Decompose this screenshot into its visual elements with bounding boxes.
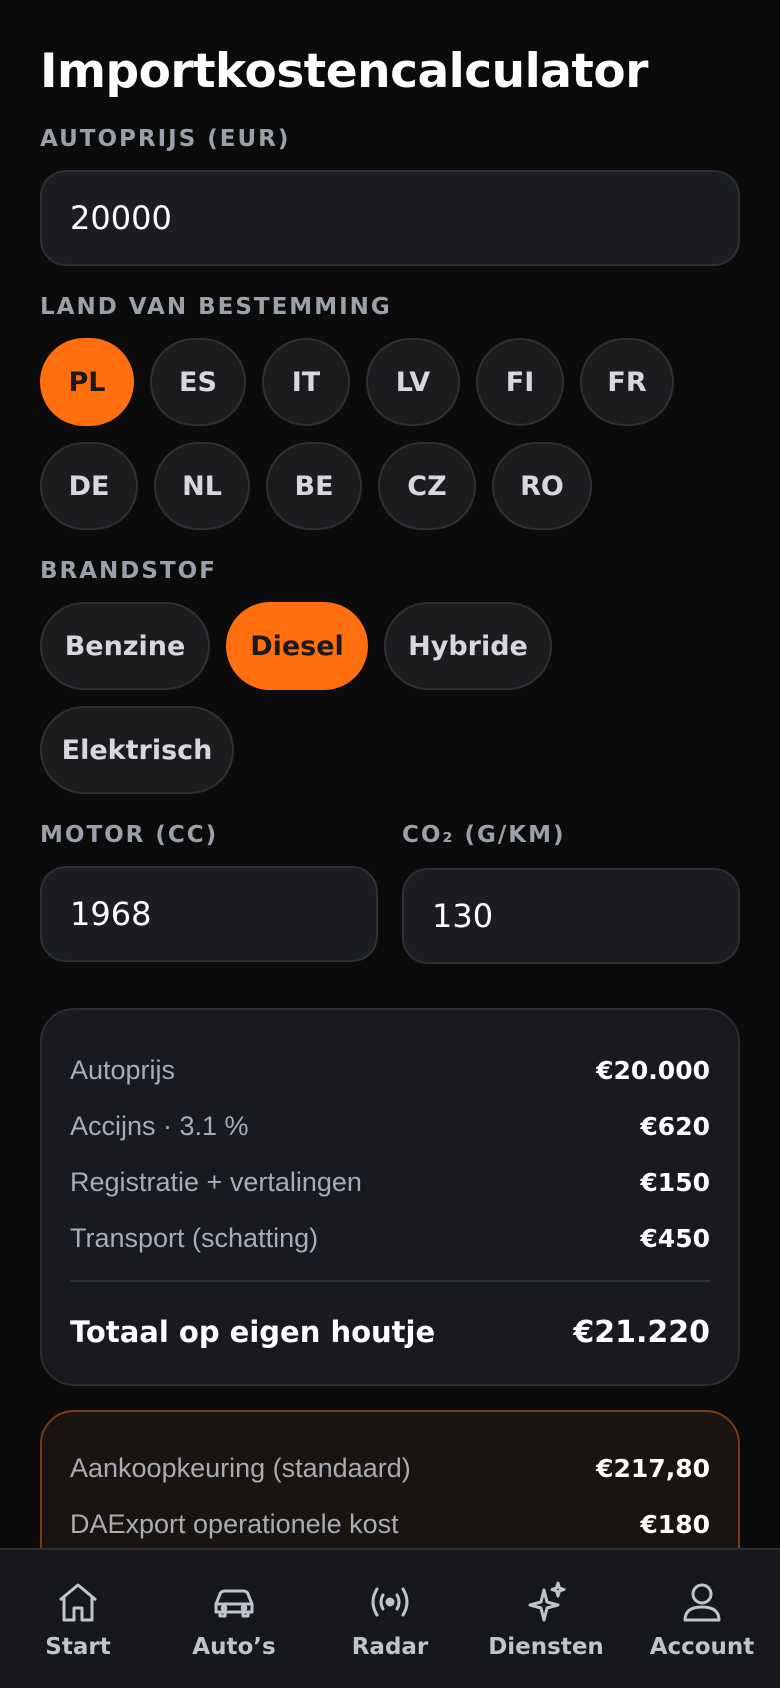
nav-item-label: Auto’s (192, 1634, 276, 1660)
nav-item-label: Account (649, 1634, 755, 1660)
radar-icon (371, 1587, 409, 1617)
co2-input[interactable]: 130 (402, 868, 740, 964)
fuel-chip-label: Benzine (64, 630, 186, 662)
summary-divider (70, 1280, 710, 1282)
fuel-chip-label: Elektrisch (61, 734, 213, 766)
service-row-label: Aankoopkeuring (standaard) (70, 1452, 411, 1483)
nav-item-start[interactable]: Start (0, 1550, 156, 1688)
service-row-label: DAExport operationele kost (70, 1508, 399, 1539)
cost-summary-card: Autoprijs €20.000 Accijns · 3.1 % €620 R… (40, 1008, 740, 1386)
nav-item-label: Start (45, 1634, 111, 1660)
fuel-chip-elektrisch[interactable]: Elektrisch (40, 706, 234, 794)
country-chip-be[interactable]: BE (266, 442, 362, 530)
fuel-label: BRANDSTOF (40, 558, 217, 584)
summary-row-value: €20.000 (596, 1055, 710, 1085)
co2-input-value: 130 (432, 897, 494, 935)
summary-row-label: Transport (schatting) (70, 1222, 319, 1253)
summary-total-row: Totaal op eigen houtje €21.220 (70, 1312, 710, 1352)
fuel-chip-diesel[interactable]: Diesel (226, 602, 368, 690)
country-chip-label: NL (182, 470, 222, 502)
summary-row-label: Accijns · 3.1 % (70, 1110, 249, 1141)
country-chip-label: IT (291, 366, 321, 398)
nav-item-diensten[interactable]: Diensten (468, 1550, 624, 1688)
summary-row-value: €150 (640, 1167, 710, 1197)
price-input[interactable]: 20000 (40, 170, 740, 266)
car-icon (214, 1589, 254, 1618)
fuel-chip-label: Diesel (250, 630, 344, 662)
country-chip-pl[interactable]: PL (40, 338, 134, 426)
fuel-chip-benzine[interactable]: Benzine (40, 602, 210, 690)
engine-label: MOTOR (CC) (40, 822, 219, 848)
sparkle-icon (528, 1581, 566, 1622)
country-chip-de[interactable]: DE (40, 442, 138, 530)
summary-row: Accijns · 3.1 % €620 (70, 1106, 710, 1146)
country-chip-label: ES (179, 366, 217, 398)
country-chip-label: LV (395, 366, 431, 398)
service-row-value: €180 (640, 1509, 710, 1539)
country-chip-it[interactable]: IT (262, 338, 350, 426)
country-chip-label: DE (68, 470, 110, 502)
summary-row-label: Autoprijs (70, 1054, 176, 1085)
summary-total-label: Totaal op eigen houtje (70, 1315, 436, 1349)
price-label: AUTOPRIJS (EUR) (40, 126, 291, 152)
country-chip-cz[interactable]: CZ (378, 442, 476, 530)
country-chip-label: BE (294, 470, 334, 502)
service-row: DAExport operationele kost €180 (70, 1504, 710, 1544)
nav-item-account[interactable]: Account (624, 1550, 780, 1688)
fuel-chip-label: Hybride (408, 630, 528, 662)
co2-label: CO₂ (G/KM) (402, 822, 566, 848)
home-icon (59, 1583, 97, 1622)
bottom-navigation: Start Auto’s Radar Diensten Account (0, 1548, 780, 1688)
calculator-page: Importkostencalculator AUTOPRIJS (EUR) 2… (0, 0, 780, 1548)
country-chip-label: FI (505, 366, 535, 398)
nav-item-label: Radar (351, 1634, 429, 1660)
nav-item-label: Diensten (488, 1634, 604, 1660)
summary-row-value: €620 (640, 1111, 710, 1141)
summary-row: Transport (schatting) €450 (70, 1218, 710, 1258)
summary-row-value: €450 (640, 1223, 710, 1253)
country-chip-label: RO (520, 470, 564, 502)
summary-row: Registratie + vertalingen €150 (70, 1162, 710, 1202)
engine-input-value: 1968 (70, 895, 152, 933)
country-chip-ro[interactable]: RO (492, 442, 592, 530)
service-row: Aankoopkeuring (standaard) €217,80 (70, 1448, 710, 1488)
page-title: Importkostencalculator (40, 44, 648, 99)
engine-input[interactable]: 1968 (40, 866, 378, 962)
summary-row: Autoprijs €20.000 (70, 1050, 710, 1090)
country-chip-label: FR (607, 366, 647, 398)
country-chip-fr[interactable]: FR (580, 338, 674, 426)
nav-item-radar[interactable]: Radar (312, 1550, 468, 1688)
fuel-chip-hybride[interactable]: Hybride (384, 602, 552, 690)
country-chip-label: PL (68, 366, 106, 398)
summary-row-label: Registratie + vertalingen (70, 1166, 362, 1197)
country-chip-lv[interactable]: LV (366, 338, 460, 426)
price-input-value: 20000 (70, 199, 172, 237)
nav-item-autos[interactable]: Auto’s (156, 1550, 312, 1688)
country-chip-label: CZ (407, 470, 447, 502)
service-row-value: €217,80 (596, 1453, 710, 1483)
country-chip-fi[interactable]: FI (476, 338, 564, 426)
summary-total-value: €21.220 (573, 1314, 710, 1350)
service-cost-card: Aankoopkeuring (standaard) €217,80 DAExp… (40, 1410, 740, 1548)
country-chip-es[interactable]: ES (150, 338, 246, 426)
country-chip-nl[interactable]: NL (154, 442, 250, 530)
destination-label: LAND VAN BESTEMMING (40, 294, 392, 320)
user-icon (683, 1583, 721, 1622)
